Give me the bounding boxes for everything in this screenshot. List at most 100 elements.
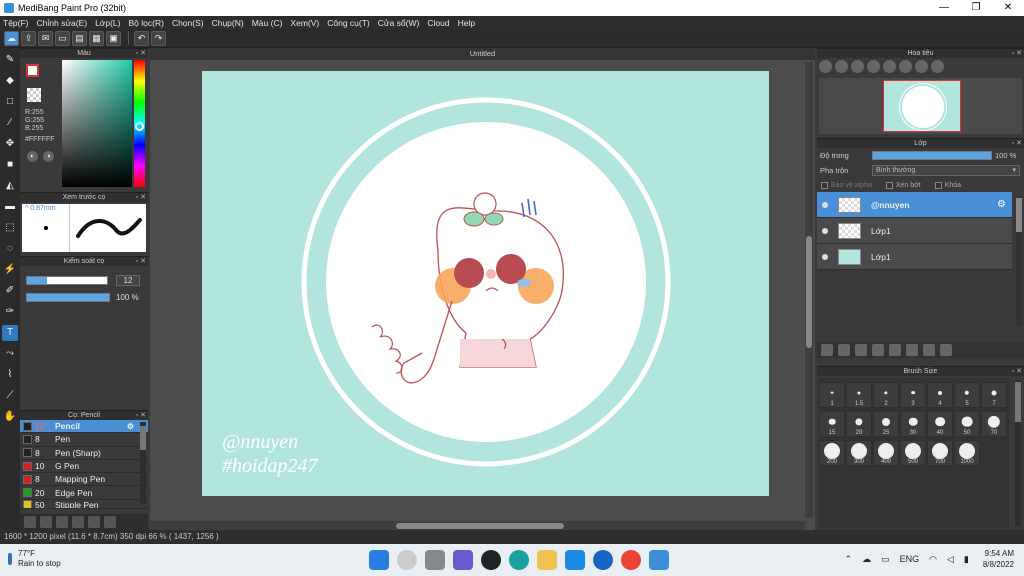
brush-list-scrollbar[interactable] xyxy=(140,422,146,504)
task-view-icon[interactable] xyxy=(425,550,445,570)
brush-size-option[interactable]: 70 xyxy=(981,411,1007,437)
gradient-tool-icon[interactable]: ▬ xyxy=(2,199,18,215)
menu-select[interactable]: Chọn(S) xyxy=(172,18,204,28)
layout-icon[interactable]: ▣ xyxy=(106,30,121,46)
eraser-tool-icon[interactable]: ◆ xyxy=(2,73,18,89)
edge-browser-icon[interactable] xyxy=(509,550,529,570)
menu-view[interactable]: Xem(V) xyxy=(290,18,319,28)
brush-size-option[interactable]: 15 xyxy=(819,411,845,437)
scrollbar-thumb[interactable] xyxy=(140,426,146,450)
document-tab[interactable]: Untitled xyxy=(150,48,815,60)
menu-color[interactable]: Màu (C) xyxy=(252,18,283,28)
menu-window[interactable]: Cửa sổ(W) xyxy=(378,18,420,28)
panel-controls[interactable]: ▫ ✕ xyxy=(1012,49,1022,59)
protect-alpha-checkbox[interactable] xyxy=(821,181,828,189)
brush-size-option[interactable]: 1.5 xyxy=(846,382,872,408)
operation-tool-icon[interactable]: ⤳ xyxy=(2,346,18,362)
magic-wand-icon[interactable]: ⚡ xyxy=(2,262,18,278)
wifi-icon[interactable]: ◠ xyxy=(929,554,937,565)
mail-icon[interactable] xyxy=(565,550,585,570)
panel-controls[interactable]: ▫ ✕ xyxy=(136,49,146,59)
select-eraser-icon[interactable]: ✑ xyxy=(2,304,18,320)
protect-alpha-option[interactable]: Bảo vệ alpha xyxy=(821,181,872,189)
blend-mode-select[interactable]: Bình thường ▾ xyxy=(872,165,1020,176)
visibility-icon[interactable] xyxy=(822,253,828,260)
delete-layer-icon[interactable] xyxy=(940,344,952,356)
clipping-option[interactable]: Xén bớt xyxy=(885,181,921,189)
dot-tool-icon[interactable]: ⁄ xyxy=(2,115,18,131)
zoom-out-icon[interactable] xyxy=(819,60,832,73)
minimize-button[interactable]: — xyxy=(928,0,960,16)
zoom-in-icon[interactable] xyxy=(835,60,848,73)
maximize-button[interactable]: ❐ xyxy=(960,0,992,16)
brush-item-stipple-pen[interactable]: 50 Stipple Pen xyxy=(20,499,148,509)
canvas-vertical-scrollbar[interactable] xyxy=(805,62,813,518)
brush-size-option[interactable]: 40 xyxy=(927,411,953,437)
chat-app-icon[interactable] xyxy=(453,550,473,570)
layer-row[interactable]: Lớp1 xyxy=(817,244,1012,270)
chat-icon[interactable]: ▭ xyxy=(55,30,70,46)
brush-size-option[interactable]: 20 xyxy=(846,411,872,437)
brush-item-edge-pen[interactable]: 20 Edge Pen xyxy=(20,486,148,500)
grid-icon[interactable]: ▦ xyxy=(89,30,104,46)
power-icon[interactable]: ▮ xyxy=(964,554,969,565)
menu-filter[interactable]: Bộ lọc(R) xyxy=(129,18,164,28)
file-explorer-icon[interactable] xyxy=(537,550,557,570)
layer-opacity-slider[interactable] xyxy=(872,151,992,160)
menu-edit[interactable]: Chỉnh sửa(E) xyxy=(37,18,88,28)
zoom-minus-icon[interactable] xyxy=(867,60,880,73)
brush-opacity-slider[interactable] xyxy=(26,293,110,302)
undo-icon[interactable]: ↶ xyxy=(134,30,149,46)
add-brush-file-icon[interactable] xyxy=(40,516,52,528)
fit-icon[interactable] xyxy=(851,60,864,73)
close-button[interactable]: ✕ xyxy=(992,0,1024,16)
merge-layer-icon[interactable] xyxy=(923,344,935,356)
panel-controls[interactable]: ▫ ✕ xyxy=(136,193,146,203)
brush-size-scrollbar[interactable] xyxy=(1015,380,1021,526)
layer-row[interactable]: @nnuyen ⚙ xyxy=(817,192,1012,218)
brush-size-option[interactable]: 400 xyxy=(873,440,899,466)
brush-size-option[interactable]: 1000 xyxy=(954,440,980,466)
copy-brush-icon[interactable] xyxy=(72,516,84,528)
visibility-icon[interactable] xyxy=(822,201,828,208)
rotate-left-icon[interactable] xyxy=(883,60,896,73)
color-mode-icon[interactable]: ◐ xyxy=(27,151,38,162)
share-icon[interactable]: ⇪ xyxy=(21,30,36,46)
brush-size-option[interactable]: 1 xyxy=(819,382,845,408)
layer-scrollbar[interactable] xyxy=(1016,196,1022,326)
page-icon[interactable]: ▤ xyxy=(72,30,87,46)
brush-size-option[interactable]: 200 xyxy=(819,440,845,466)
reset-view-icon[interactable] xyxy=(931,60,944,73)
fill-rect-tool-icon[interactable]: ■ xyxy=(2,157,18,173)
transparent-color-swatch[interactable] xyxy=(27,88,41,102)
clock[interactable]: 9:54 AM 8/8/2022 xyxy=(983,548,1014,570)
brush-size-option[interactable]: 50 xyxy=(954,411,980,437)
select-pen-icon[interactable]: ✐ xyxy=(2,283,18,299)
brush-size-option[interactable]: 25 xyxy=(873,411,899,437)
divide-tool-icon[interactable]: ⌇ xyxy=(2,367,18,383)
hue-slider-handle[interactable] xyxy=(135,122,144,131)
brush-item-pen[interactable]: 8 Pen xyxy=(20,433,148,447)
windows-start-icon[interactable] xyxy=(369,550,389,570)
brush-item-pen-sharp[interactable]: 8 Pen (Sharp) xyxy=(20,447,148,460)
volume-icon[interactable]: ◁ xyxy=(947,554,954,565)
new-8bit-layer-icon[interactable] xyxy=(855,344,867,356)
comment-icon[interactable]: ✉ xyxy=(38,30,53,46)
add-layer-menu-icon[interactable] xyxy=(872,344,884,356)
brush-item-g-pen[interactable]: 10 G Pen xyxy=(20,460,148,474)
rectangle-tool-icon[interactable]: □ xyxy=(2,94,18,110)
scrollbar-thumb[interactable] xyxy=(1016,198,1022,232)
hand-tool-icon[interactable]: ✋ xyxy=(2,409,18,425)
clipping-checkbox[interactable] xyxy=(885,181,893,189)
redo-icon[interactable]: ↷ xyxy=(151,30,166,46)
text-tool-icon[interactable]: T xyxy=(2,325,18,341)
menu-layer[interactable]: Lớp(L) xyxy=(95,18,120,28)
foreground-color-swatch[interactable] xyxy=(26,64,39,77)
add-brush-icon[interactable] xyxy=(24,516,36,528)
palette-icon[interactable]: ◑ xyxy=(43,151,54,162)
scrollbar-thumb[interactable] xyxy=(1015,382,1021,422)
move-tool-icon[interactable]: ✥ xyxy=(2,136,18,152)
scrollbar-thumb[interactable] xyxy=(396,523,564,529)
duplicate-layer-icon[interactable] xyxy=(906,344,918,356)
battery-icon[interactable]: ▭ xyxy=(881,554,890,565)
